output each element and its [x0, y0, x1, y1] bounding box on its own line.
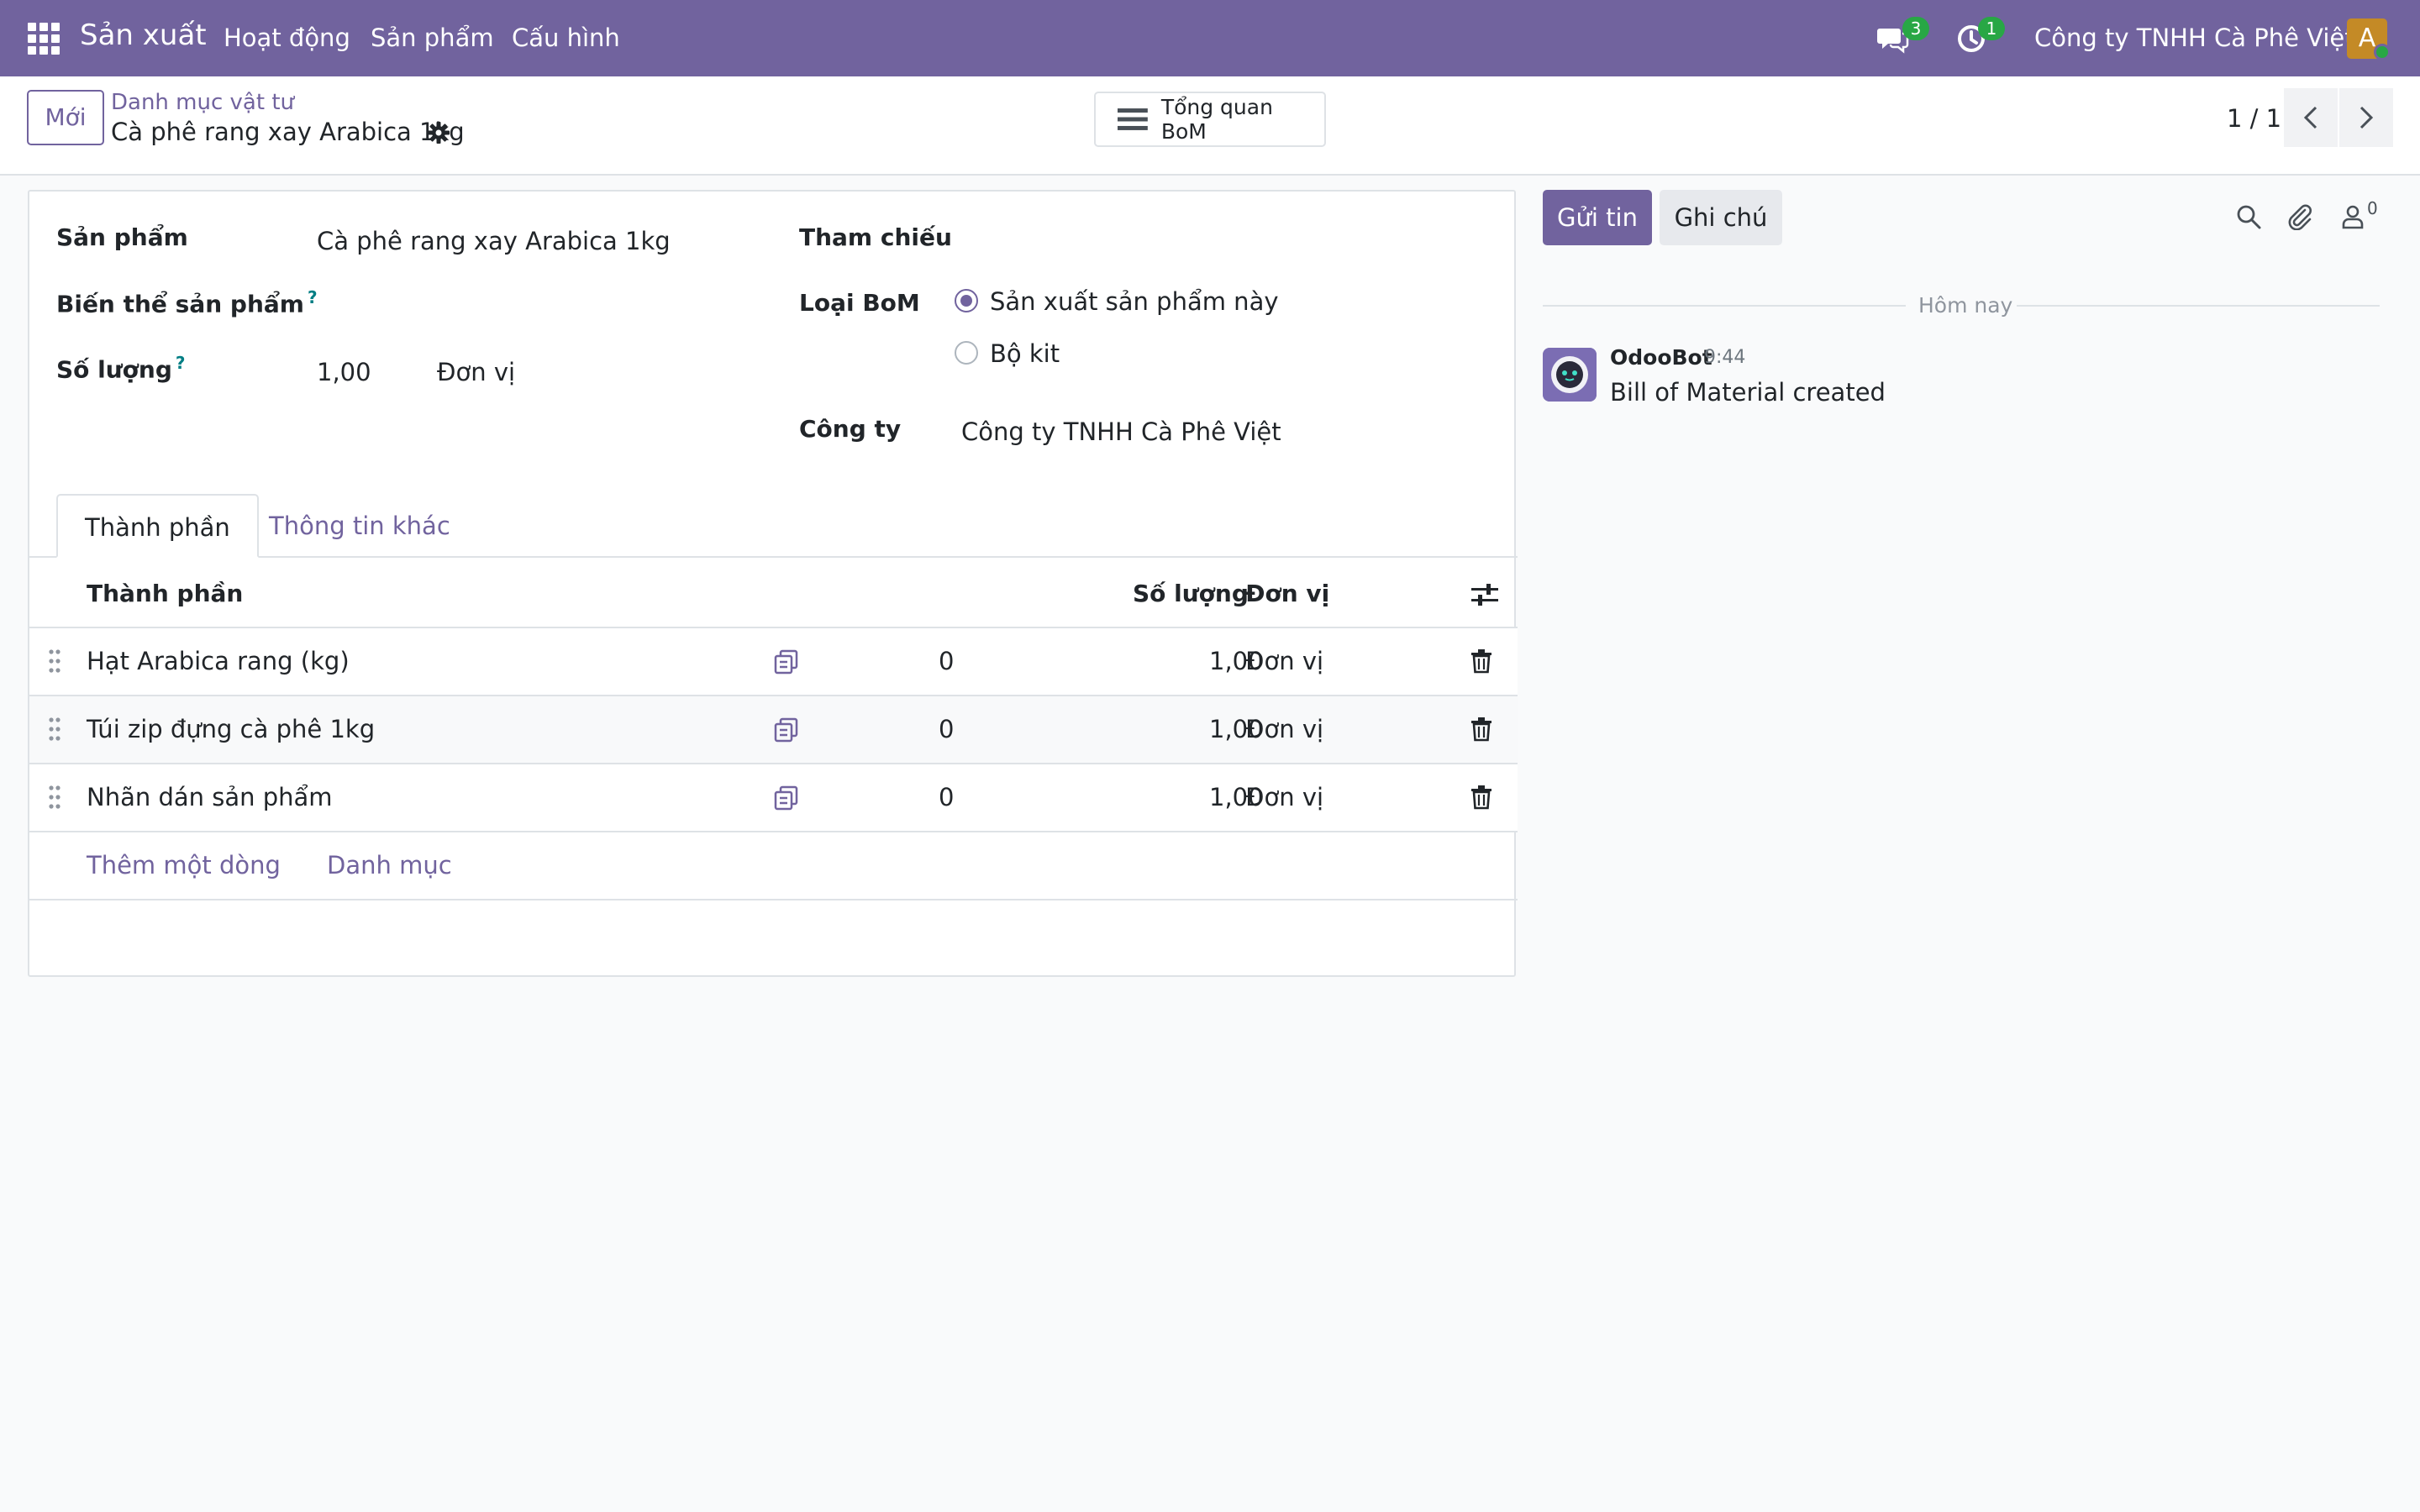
company-field[interactable]: Công ty TNHH Cà Phê Việt [961, 417, 1281, 446]
menu-products[interactable]: Sản phẩm [371, 24, 494, 52]
bom-overview-label: Tổng quan BoM [1160, 95, 1273, 144]
variant-label: Biến thể sản phẩm? [56, 287, 318, 318]
variant-field[interactable] [317, 287, 754, 321]
apps-grid-icon[interactable] [28, 23, 60, 55]
trash-icon[interactable] [1470, 785, 1493, 810]
trash-icon[interactable] [1470, 717, 1493, 742]
send-message-button[interactable]: Gửi tin [1543, 190, 1652, 245]
followers-count: 0 [2367, 198, 2378, 218]
table-row[interactable]: Hạt Arabica rang (kg) 0 1,00 Đơn vị [29, 628, 1518, 696]
date-divider-label: Hôm nay [1918, 293, 2013, 318]
quantity-label: Số lượng? [56, 353, 186, 384]
tab-components[interactable]: Thành phần [56, 494, 259, 558]
menu-operations[interactable]: Hoạt động [224, 24, 350, 52]
company-label: Công ty [799, 415, 902, 443]
component-name[interactable]: Hạt Arabica rang (kg) [87, 647, 350, 675]
breadcrumb-bom-list[interactable]: Danh mục vật tư [111, 90, 294, 115]
activities-badge: 1 [1978, 17, 2005, 40]
online-status-dot [2374, 44, 2391, 60]
drag-handle-icon[interactable] [48, 717, 61, 742]
bom-overview-button[interactable]: Tổng quan BoM [1094, 92, 1326, 147]
paperclip-icon[interactable] [2286, 203, 2313, 230]
component-name[interactable]: Túi zip đựng cà phê 1kg [87, 715, 375, 743]
product-field[interactable]: Cà phê rang xay Arabica 1kg [317, 227, 671, 255]
chevron-right-icon [2360, 106, 2374, 129]
copy-icon[interactable] [773, 785, 800, 811]
drag-handle-icon[interactable] [48, 785, 61, 810]
date-divider-left [1543, 305, 1906, 307]
chevron-left-icon [2303, 106, 2317, 129]
tab-other-info[interactable]: Thông tin khác [242, 494, 477, 558]
catalog-link[interactable]: Danh mục [327, 851, 452, 879]
pager-value[interactable]: 1 / 1 [2227, 104, 2281, 133]
bom-type-label: Loại BoM [799, 289, 920, 317]
reference-field[interactable] [961, 223, 1482, 257]
copy-icon[interactable] [773, 648, 800, 675]
column-settings-icon[interactable] [1471, 583, 1498, 606]
component-uom[interactable]: Đơn vị [1245, 783, 1323, 811]
company-switcher[interactable]: Công ty TNHH Cà Phê Việt [2034, 24, 2354, 52]
pager-next-button[interactable] [2339, 88, 2393, 147]
component-count: 0 [939, 783, 955, 811]
bom-type-manufacture-label[interactable]: Sản xuất sản phẩm này [990, 287, 1279, 316]
column-component[interactable]: Thành phần [87, 580, 243, 607]
component-count: 0 [939, 647, 955, 675]
search-icon[interactable] [2235, 203, 2262, 230]
bom-form-sheet: Sản phẩm Cà phê rang xay Arabica 1kg Biế… [28, 190, 1518, 977]
list-bars-icon [1118, 108, 1148, 130]
form-tabs: Thành phần Thông tin khác [29, 494, 1518, 558]
copy-icon[interactable] [773, 717, 800, 743]
product-label: Sản phẩm [56, 223, 188, 251]
component-uom[interactable]: Đơn vị [1245, 715, 1323, 743]
column-quantity[interactable]: Số lượng [1133, 580, 1249, 607]
bom-type-kit-radio[interactable] [955, 341, 978, 365]
add-line-row: Thêm một dòng Danh mục [29, 832, 1518, 900]
quantity-field[interactable]: 1,00 [317, 358, 371, 386]
component-uom[interactable]: Đơn vị [1245, 647, 1323, 675]
message-author[interactable]: OdooBot [1610, 345, 1712, 370]
top-navbar: Sản xuất Hoạt động Sản phẩm Cấu hình 3 1… [0, 0, 2420, 76]
message-time: 9:44 [1704, 347, 1746, 368]
bom-type-kit-label[interactable]: Bộ kit [990, 339, 1060, 368]
column-uom[interactable]: Đơn vị [1245, 580, 1329, 607]
menu-configuration[interactable]: Cấu hình [512, 24, 620, 52]
date-divider-right [2017, 305, 2380, 307]
bom-type-manufacture-radio[interactable] [955, 289, 978, 312]
app-name[interactable]: Sản xuất [80, 18, 207, 52]
new-button[interactable]: Mới [27, 90, 104, 145]
gear-icon[interactable] [427, 121, 450, 144]
quantity-uom-field[interactable]: Đơn vị [437, 358, 515, 386]
messages-badge: 3 [1902, 17, 1929, 40]
odoobot-avatar[interactable] [1543, 348, 1597, 402]
table-row[interactable]: Nhãn dán sản phẩm 0 1,00 Đơn vị [29, 764, 1518, 832]
message-body: Bill of Material created [1610, 378, 1886, 407]
add-line-link[interactable]: Thêm một dòng [87, 851, 281, 879]
followers-icon[interactable] [2339, 203, 2366, 230]
control-panel: Mới Danh mục vật tư Cà phê rang xay Arab… [0, 76, 2420, 176]
quantity-help-icon[interactable]: ? [176, 353, 186, 373]
component-count: 0 [939, 715, 955, 743]
reference-label: Tham chiếu [799, 223, 952, 251]
variant-help-icon[interactable]: ? [308, 287, 318, 307]
drag-handle-icon[interactable] [48, 648, 61, 674]
log-note-button[interactable]: Ghi chú [1660, 190, 1782, 245]
table-row[interactable]: Túi zip đựng cà phê 1kg 0 1,00 Đơn vị [29, 696, 1518, 764]
record-title: Cà phê rang xay Arabica 1kg [111, 118, 465, 146]
component-name[interactable]: Nhãn dán sản phẩm [87, 783, 333, 811]
trash-icon[interactable] [1470, 648, 1493, 674]
pager-previous-button[interactable] [2284, 88, 2338, 147]
components-table-header: Thành phần Số lượng Đơn vị [29, 559, 1518, 628]
